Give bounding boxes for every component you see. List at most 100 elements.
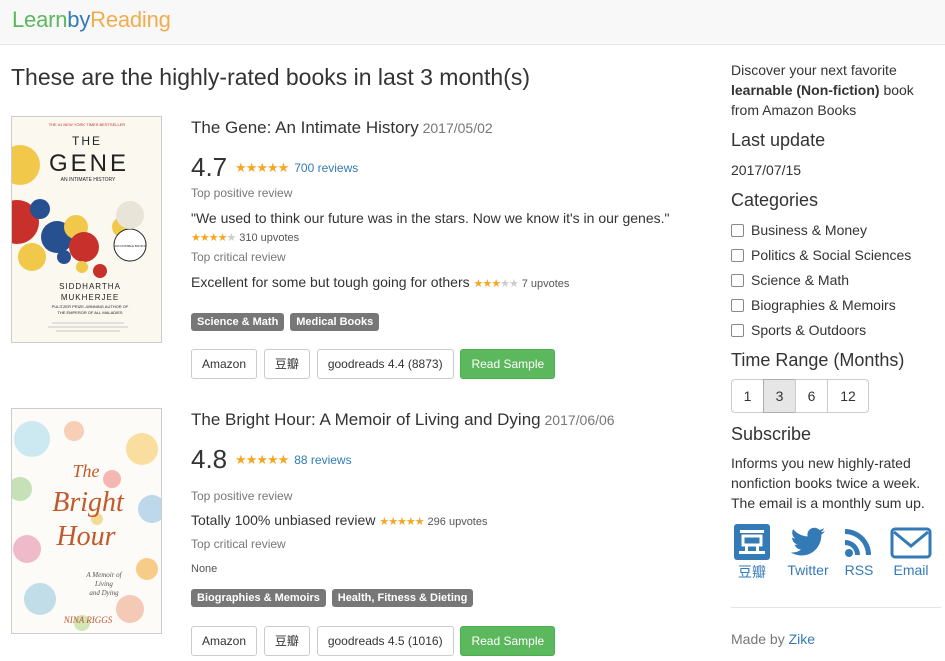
category-checkbox-business[interactable]: Business & Money: [731, 222, 867, 238]
positive-review-upvotes: 310 upvotes: [239, 232, 300, 244]
page-title: These are the highly-rated books in last…: [11, 64, 531, 90]
book-actions: Amazon 豆瓣 goodreads 4.4 (8873) Read Samp…: [191, 349, 558, 379]
checkbox-icon[interactable]: [731, 274, 744, 287]
category-label: Sports & Outdoors: [751, 322, 867, 338]
read-sample-button[interactable]: Read Sample: [460, 349, 556, 379]
positive-review-stars-icon: ★★★★★: [191, 232, 236, 244]
subscribe-text-3: The email is a monthly sum up.: [731, 495, 925, 511]
book-tags: Biographies & Memoirs Health, Fitness & …: [191, 588, 475, 607]
footer-text: Made by: [731, 631, 785, 647]
douban-button[interactable]: 豆瓣: [263, 349, 310, 379]
time-range-12-button[interactable]: 12: [827, 379, 869, 413]
book-cover[interactable]: THE #1 NEW YORK TIMES BESTSELLER THE GEN…: [11, 116, 162, 343]
critical-review-label: Top critical review: [191, 537, 286, 551]
douban-icon: [734, 524, 770, 560]
subscribe-heading: Subscribe: [731, 424, 812, 444]
cover-subtitle-3: and Dying: [89, 589, 119, 597]
author-link[interactable]: Zike: [789, 631, 815, 647]
brand-part-reading: Reading: [90, 7, 171, 32]
positive-review-label: Top positive review: [191, 489, 293, 503]
sidebar-divider: [731, 607, 941, 608]
cover-author-first: SIDDHARTHA: [59, 282, 121, 291]
cover-title-hour: Hour: [55, 521, 115, 552]
book-cover-art: THE #1 NEW YORK TIMES BESTSELLER THE GEN…: [12, 117, 161, 342]
goodreads-button[interactable]: goodreads 4.5 (1016): [316, 626, 454, 656]
intro-text-1: Discover your next favorite: [731, 62, 897, 78]
critical-review-text: Excellent for some but tough going for o…: [191, 274, 470, 290]
checkbox-icon[interactable]: [731, 299, 744, 312]
intro-text-2: book: [883, 82, 914, 98]
twitter-subscribe-link[interactable]: Twitter: [787, 522, 829, 578]
category-label: Science & Math: [751, 272, 850, 288]
reviews-link[interactable]: 88 reviews: [294, 453, 351, 467]
checkbox-icon[interactable]: [731, 224, 744, 237]
categories-heading: Categories: [731, 190, 819, 210]
rss-subscribe-label: RSS: [844, 562, 874, 578]
category-checkbox-science[interactable]: Science & Math: [731, 272, 849, 288]
cover-author-note-2: THE EMPEROR OF ALL MALADIES: [57, 310, 123, 315]
reviews-link[interactable]: 700 reviews: [294, 161, 358, 175]
category-checkbox-politics[interactable]: Politics & Social Sciences: [731, 247, 911, 263]
tag-badge[interactable]: Biographies & Memoirs: [191, 589, 326, 607]
cover-author: NINA RIGGS: [63, 615, 113, 625]
cover-subtitle-1: A Memoir of: [85, 571, 122, 579]
cover-title-the: The: [73, 461, 100, 481]
read-sample-button[interactable]: Read Sample: [460, 626, 556, 656]
cover-subtitle-2: Living: [94, 580, 113, 588]
brand-logo[interactable]: LearnbyReading: [12, 7, 171, 33]
book-date: 2017/06/06: [544, 412, 615, 428]
book-card: The Bright Hour A Memoir of Living and D…: [11, 408, 711, 661]
critical-review-label: Top critical review: [191, 250, 286, 264]
last-update-value: 2017/07/15: [731, 162, 802, 178]
amazon-button[interactable]: Amazon: [191, 626, 258, 656]
category-label: Business & Money: [751, 222, 867, 238]
book-title[interactable]: The Gene: An Intimate History: [191, 118, 419, 137]
goodreads-button[interactable]: goodreads 4.4 (8873): [316, 349, 454, 379]
book-cover-art: The Bright Hour A Memoir of Living and D…: [12, 409, 161, 633]
checkbox-icon[interactable]: [731, 249, 744, 262]
positive-review-label: Top positive review: [191, 186, 293, 200]
tag-badge[interactable]: Health, Fitness & Dieting: [331, 589, 474, 607]
subscribe-text-1: Informs you new highly-rated: [731, 455, 911, 471]
rating-stars-icon: ★★★★★: [235, 451, 289, 467]
rating-stars-icon: ★★★★★: [235, 159, 289, 175]
checkbox-icon[interactable]: [731, 324, 744, 337]
email-subscribe-link[interactable]: Email: [889, 522, 933, 578]
navbar: LearnbyReading: [0, 0, 945, 45]
rss-icon: [845, 529, 871, 557]
tag-badge[interactable]: Science & Math: [191, 313, 285, 331]
book-actions: Amazon 豆瓣 goodreads 4.5 (1016) Read Samp…: [191, 626, 558, 656]
positive-review-text: "We used to think our future was in the …: [191, 210, 670, 226]
tag-badge[interactable]: Medical Books: [290, 313, 380, 331]
book-date: 2017/05/02: [422, 120, 493, 136]
category-checkbox-sports[interactable]: Sports & Outdoors: [731, 322, 866, 338]
intro-bold: learnable (Non-fiction): [731, 82, 880, 98]
book-rating: 4.8: [191, 444, 228, 474]
time-range-1-button[interactable]: 1: [731, 379, 764, 413]
brand-part-learn: Learn: [12, 7, 68, 32]
book-tags: Science & Math Medical Books: [191, 312, 381, 331]
book-title[interactable]: The Bright Hour: A Memoir of Living and …: [191, 410, 541, 429]
rss-subscribe-link[interactable]: RSS: [841, 522, 877, 578]
positive-review-stars-icon: ★★★★★: [379, 516, 424, 528]
cover-author-last: MUKHERJEE: [61, 293, 119, 302]
sidebar-intro: Discover your next favorite learnable (N…: [731, 60, 945, 120]
douban-subscribe-label: 豆瓣: [738, 564, 766, 580]
cover-author-note-1: PULITZER PRIZE–WINNING AUTHOR OF: [52, 304, 129, 309]
critical-review-text: None: [191, 563, 218, 575]
amazon-button[interactable]: Amazon: [191, 349, 258, 379]
cover-title-gene: GENE: [49, 150, 129, 177]
time-range-group: 1 3 6 12: [731, 379, 869, 413]
douban-button[interactable]: 豆瓣: [263, 626, 310, 656]
positive-review-text: Totally 100% unbiased review: [191, 512, 376, 528]
brand-part-by: by: [67, 7, 91, 32]
time-range-heading: Time Range (Months): [731, 350, 905, 370]
time-range-6-button[interactable]: 6: [795, 379, 828, 413]
category-checkbox-biographies[interactable]: Biographies & Memoirs: [731, 297, 896, 313]
book-cover[interactable]: The Bright Hour A Memoir of Living and D…: [11, 408, 162, 634]
last-update-heading: Last update: [731, 130, 826, 150]
cover-title-the: THE: [72, 134, 102, 148]
email-icon: [890, 527, 932, 559]
douban-subscribe-link[interactable]: 豆瓣: [732, 522, 772, 582]
time-range-3-button[interactable]: 3: [763, 379, 796, 413]
